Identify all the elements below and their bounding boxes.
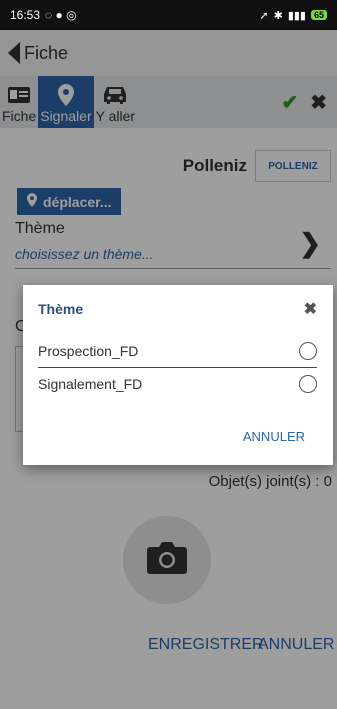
theme-option-prospection[interactable]: Prospection_FD bbox=[38, 336, 317, 366]
battery-icon: 65 bbox=[310, 10, 327, 20]
status-time: 16:53 bbox=[10, 8, 41, 22]
location-icon: ➚ bbox=[259, 9, 269, 22]
radio-button[interactable] bbox=[299, 342, 317, 360]
divider bbox=[38, 367, 317, 368]
radio-button[interactable] bbox=[299, 375, 317, 393]
bluetooth-icon: ✱ bbox=[273, 9, 283, 22]
theme-option-signalement[interactable]: Signalement_FD bbox=[38, 369, 317, 399]
dialog-cancel-button[interactable]: ANNULER bbox=[243, 429, 305, 444]
notification-icons: ◌ ● ◎ bbox=[45, 8, 77, 22]
option-label: Prospection_FD bbox=[38, 343, 139, 359]
option-label: Signalement_FD bbox=[38, 376, 143, 392]
close-icon[interactable]: ✖ bbox=[304, 299, 317, 319]
theme-dialog: Thème ✖ Prospection_FD Signalement_FD AN… bbox=[23, 285, 333, 465]
status-bar: 16:53 ◌ ● ◎ ➚ ✱ ▮▮▮ 65 bbox=[0, 0, 337, 30]
signal-icon: ▮▮▮ bbox=[287, 9, 306, 22]
dialog-title: Thème bbox=[38, 301, 84, 317]
